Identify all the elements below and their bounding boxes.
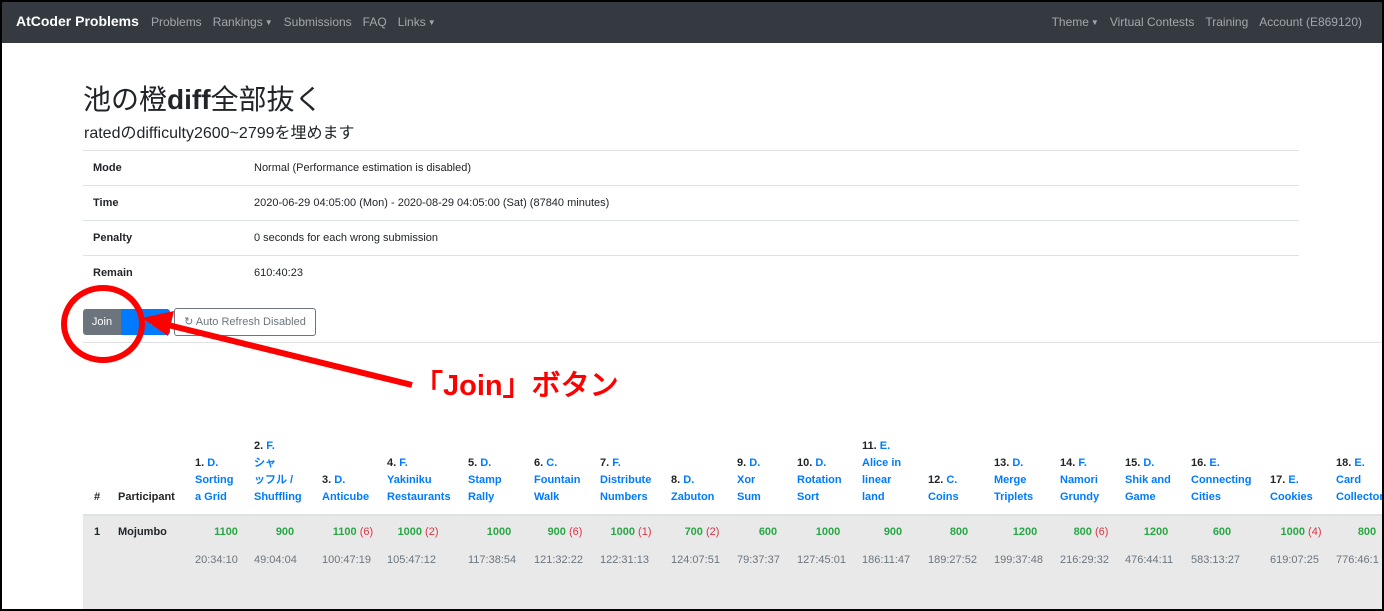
annotation-arrow-icon (142, 311, 413, 388)
page-frame: AtCoder Problems Problems Rankings ▼ Submis… (0, 0, 1384, 611)
annotation-text: 「Join」ボタン (414, 370, 619, 402)
